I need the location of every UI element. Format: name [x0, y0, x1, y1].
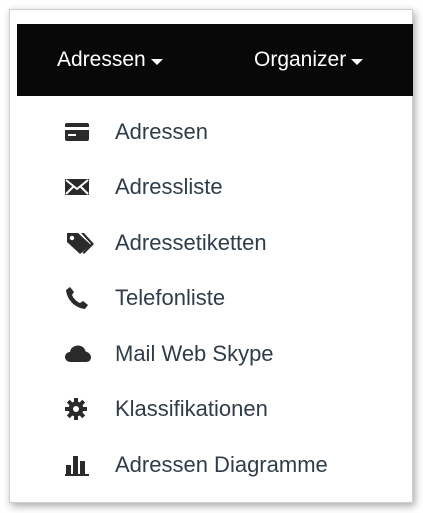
menu-item-label: Adressen: [115, 119, 208, 144]
nav-dropdown-adressen[interactable]: Adressen: [57, 47, 163, 73]
menu-item-label: Adressen Diagramme: [115, 452, 328, 477]
menu-item-klassifikationen[interactable]: Klassifikationen: [65, 392, 268, 426]
caret-down-icon: [351, 58, 364, 65]
menu-item-mail-web-skype[interactable]: Mail Web Skype: [65, 337, 274, 371]
menu-item-telefonliste[interactable]: Telefonliste: [65, 281, 225, 315]
bar-chart-icon: [65, 452, 95, 478]
cloud-icon: [65, 341, 95, 367]
nav-dropdown-organizer[interactable]: Organizer: [254, 47, 364, 73]
tags-icon: [65, 230, 95, 256]
menu-item-label: Mail Web Skype: [115, 341, 274, 366]
envelope-icon: [65, 174, 95, 200]
caret-down-icon: [150, 58, 163, 65]
top-navbar: Adressen Organizer: [17, 24, 413, 96]
menu-item-label: Klassifikationen: [115, 396, 268, 421]
nav-organizer-label: Organizer: [254, 48, 347, 71]
menu-item-adressen[interactable]: Adressen: [65, 115, 208, 149]
menu-item-label: Telefonliste: [115, 285, 226, 310]
menu-item-label: Adressetiketten: [115, 230, 267, 255]
nav-adressen-label: Adressen: [57, 48, 146, 71]
cog-icon: [65, 396, 95, 422]
menu-item-adressen-diagramme[interactable]: Adressen Diagramme: [65, 448, 328, 482]
menu-item-adressetiketten[interactable]: Adressetiketten: [65, 226, 267, 260]
credit-card-icon: [65, 119, 95, 145]
menu-item-label: Adressliste: [115, 174, 223, 199]
menu-item-adressliste[interactable]: Adressliste: [65, 170, 223, 204]
phone-icon: [65, 285, 95, 311]
